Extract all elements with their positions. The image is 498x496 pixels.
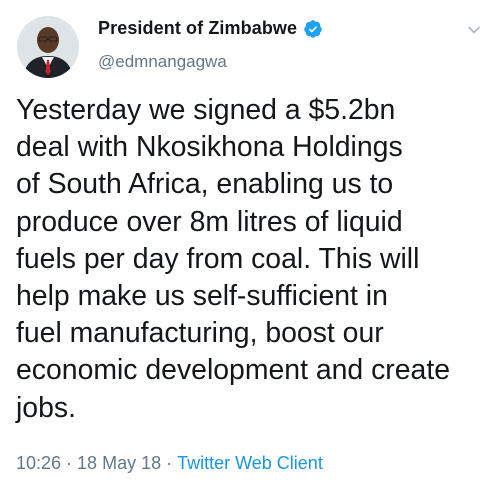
meta-separator-2: · — [166, 453, 173, 473]
tweet-text: Yesterday we signed a $5.2bn deal with N… — [16, 94, 451, 424]
tweet-card: President of Zimbabwe @edmnangagwa Yeste… — [0, 0, 498, 496]
meta-separator: · — [66, 453, 73, 473]
avatar[interactable] — [17, 16, 79, 78]
tweet-client-link[interactable]: Twitter Web Client — [177, 453, 323, 474]
verified-badge-icon — [303, 19, 323, 39]
author-handle[interactable]: @edmnangagwa — [98, 52, 227, 72]
author-display-name[interactable]: President of Zimbabwe — [98, 18, 297, 39]
author-name-row[interactable]: President of Zimbabwe — [98, 18, 323, 39]
tweet-meta: 10:26 · 18 May 18 · Twitter Web Client — [16, 453, 323, 474]
tweet-date[interactable]: 18 May 18 — [77, 453, 161, 474]
tweet-time[interactable]: 10:26 — [16, 453, 61, 474]
person-portrait-icon — [17, 16, 79, 78]
chevron-down-icon[interactable] — [466, 22, 482, 38]
